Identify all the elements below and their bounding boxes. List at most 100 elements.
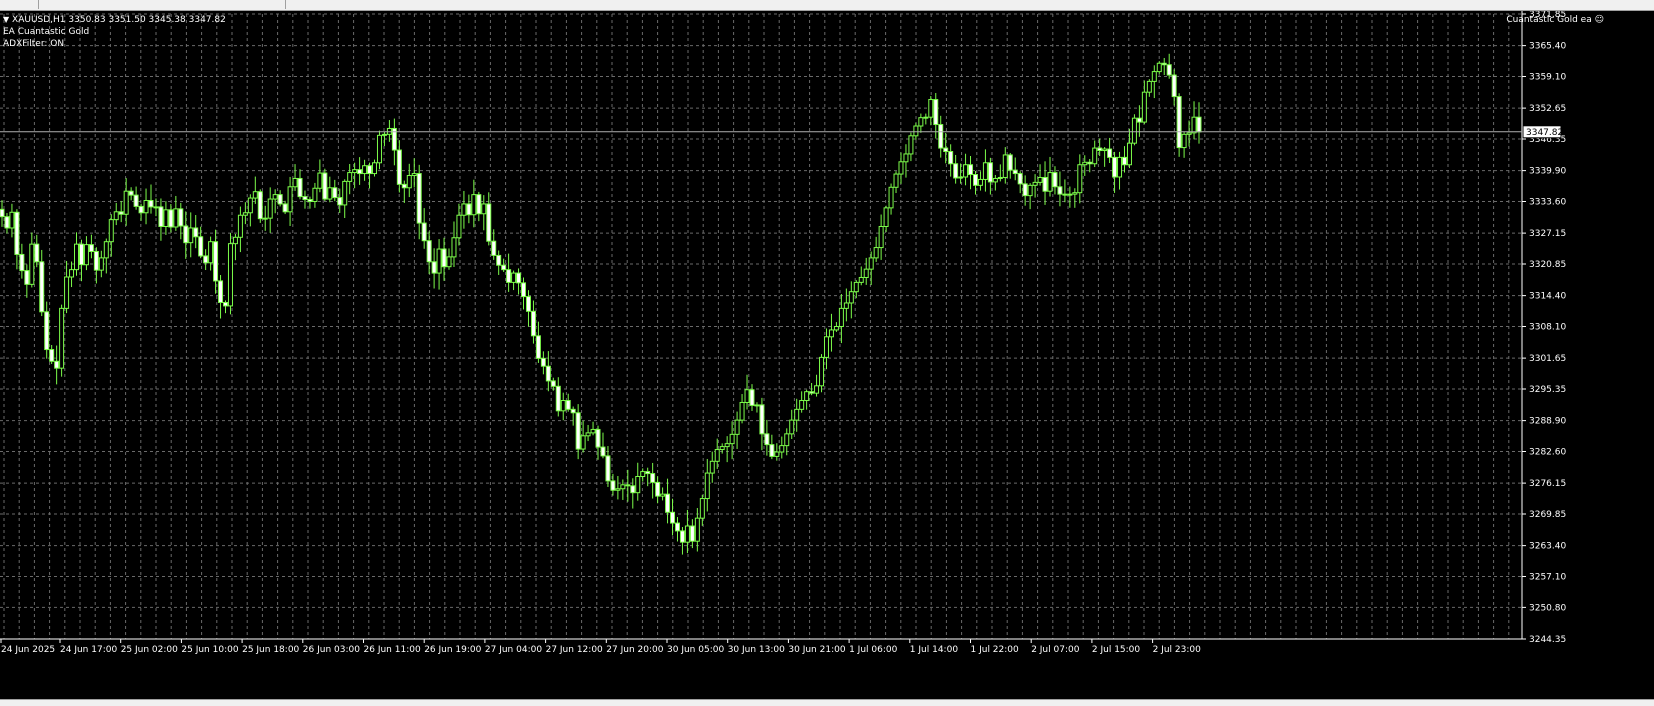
candle-bear bbox=[1196, 116, 1202, 133]
y-tick-label: 3301.65 bbox=[1529, 354, 1566, 364]
triangle-down-icon[interactable]: ▼ bbox=[3, 15, 9, 24]
candle-bull bbox=[511, 272, 517, 283]
candle-bull bbox=[446, 256, 452, 268]
candle-bear bbox=[213, 241, 219, 282]
candle-bull bbox=[848, 291, 854, 304]
candle-bear bbox=[39, 261, 45, 313]
candle-bull bbox=[232, 236, 238, 245]
y-tick-label: 3257.10 bbox=[1529, 573, 1566, 583]
candle-bull bbox=[262, 217, 268, 220]
candle-bull bbox=[252, 191, 258, 199]
candle-bear bbox=[938, 124, 944, 149]
y-tick-label: 3276.15 bbox=[1529, 479, 1566, 489]
y-tick-label: 3333.60 bbox=[1529, 198, 1566, 208]
y-tick-label: 3250.80 bbox=[1529, 603, 1566, 613]
candle-bear bbox=[645, 471, 651, 475]
x-tick-label: 25 Jun 02:00 bbox=[121, 645, 178, 655]
chart-tab[interactable] bbox=[38, 0, 286, 9]
y-tick-label: 3365.40 bbox=[1529, 42, 1566, 52]
x-tick-label: 30 Jun 21:00 bbox=[788, 645, 845, 655]
candle-bear bbox=[431, 261, 437, 274]
candle-bull bbox=[794, 408, 800, 421]
x-tick-label: 27 Jun 04:00 bbox=[485, 645, 542, 655]
candle-bear bbox=[198, 236, 204, 257]
candle-bear bbox=[14, 211, 20, 255]
candle-bear bbox=[78, 243, 84, 266]
candle-bear bbox=[307, 199, 313, 202]
candle-bull bbox=[992, 177, 998, 183]
candle-bear bbox=[506, 269, 512, 283]
candle-bear bbox=[282, 203, 288, 213]
candle-bear bbox=[933, 99, 939, 126]
candle-bear bbox=[396, 149, 402, 185]
candle-bull bbox=[29, 243, 35, 285]
candle-bear bbox=[972, 174, 978, 186]
candle-bull bbox=[660, 493, 666, 497]
candle-bull bbox=[242, 212, 248, 216]
candle-bull bbox=[347, 172, 353, 182]
candle-bull bbox=[461, 203, 467, 216]
candle-bear bbox=[1052, 172, 1058, 188]
x-tick-label: 25 Jun 10:00 bbox=[181, 645, 238, 655]
candle-bull bbox=[888, 186, 894, 209]
candle-bull bbox=[843, 302, 849, 309]
candle-bear bbox=[1171, 74, 1177, 98]
candle-bull bbox=[436, 248, 442, 274]
candle-bull bbox=[1141, 91, 1147, 123]
candle-bear bbox=[565, 400, 571, 410]
candle-bear bbox=[764, 433, 770, 446]
candle-bull bbox=[635, 476, 641, 494]
candle-bull bbox=[312, 187, 318, 203]
candle-bull bbox=[580, 435, 586, 450]
candle-bull bbox=[893, 173, 899, 188]
chart-window[interactable]: 3371.85 3365.40 3359.10 3352.65 3346.35 3339.… bbox=[0, 11, 1654, 699]
candle-bear bbox=[749, 389, 755, 406]
candle-bull bbox=[123, 190, 129, 215]
price-chart[interactable]: 3371.853365.403359.103352.653346.353339.… bbox=[0, 11, 1654, 699]
candle-bear bbox=[1161, 62, 1167, 66]
ea-badge[interactable]: Cuantastic Gold ea ☺ bbox=[1506, 15, 1604, 25]
candle-bull bbox=[823, 336, 829, 358]
x-tick-label: 26 Jun 19:00 bbox=[424, 645, 481, 655]
candle-bull bbox=[1037, 176, 1043, 183]
candle-bear bbox=[148, 200, 154, 208]
x-tick-label: 26 Jun 11:00 bbox=[364, 645, 421, 655]
candle-bear bbox=[1121, 156, 1127, 166]
chart-tab[interactable] bbox=[0, 0, 39, 9]
y-tick-label: 3359.10 bbox=[1529, 73, 1566, 83]
candle-bear bbox=[277, 194, 283, 205]
candle-bear bbox=[679, 530, 685, 543]
candle-bear bbox=[968, 164, 974, 176]
current-price-label: 3347.82 bbox=[1526, 128, 1563, 138]
ea-line: EA Cuantastic Gold bbox=[3, 27, 90, 37]
candle-bear bbox=[302, 196, 308, 201]
candle-bull bbox=[362, 165, 368, 175]
candle-bear bbox=[257, 191, 263, 220]
candle-bull bbox=[456, 214, 462, 239]
y-tick-label: 3314.40 bbox=[1529, 292, 1566, 302]
candle-bear bbox=[1007, 154, 1013, 171]
candle-bear bbox=[535, 335, 541, 359]
y-tick-label: 3263.40 bbox=[1529, 542, 1566, 552]
symbol-info: ▼ XAUUSD,H1 3350.83 3351.50 3345.38 3347… bbox=[3, 14, 226, 26]
candle-bull bbox=[982, 162, 988, 180]
candle-bear bbox=[1057, 186, 1063, 195]
candle-bear bbox=[625, 484, 631, 487]
candle-bear bbox=[595, 428, 601, 448]
candle-bull bbox=[208, 241, 214, 264]
y-tick-label: 3320.85 bbox=[1529, 260, 1566, 270]
candle-bull bbox=[590, 428, 596, 434]
candle-bull bbox=[789, 419, 795, 435]
candle-bull bbox=[1102, 148, 1108, 152]
candle-bear bbox=[809, 391, 815, 394]
candle-bull bbox=[287, 186, 293, 213]
candle-bear bbox=[426, 240, 432, 263]
candle-bull bbox=[267, 198, 273, 219]
candle-bull bbox=[883, 207, 889, 227]
candle-bear bbox=[486, 203, 492, 242]
candle-bull bbox=[227, 243, 233, 307]
candle-bull bbox=[98, 257, 104, 271]
candle-bull bbox=[411, 173, 417, 177]
candle-bull bbox=[819, 356, 825, 387]
candle-bull bbox=[317, 172, 323, 189]
